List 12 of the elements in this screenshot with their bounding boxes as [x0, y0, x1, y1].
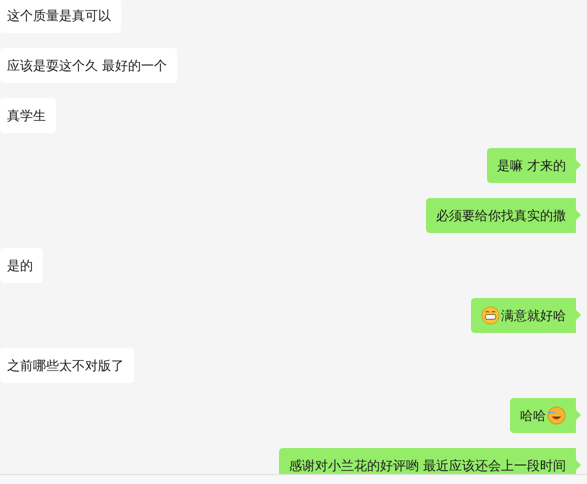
message-text: 真学生	[7, 108, 46, 124]
message-text: 满意就好哈	[501, 308, 566, 324]
message-text: 应该是耍这个久 最好的一个	[7, 58, 168, 74]
grinning-emoji-icon	[481, 306, 500, 325]
laughing-emoji-icon	[547, 406, 566, 425]
message-text: 是的	[7, 258, 33, 274]
message-text: 感谢对小兰花的好评哟 最近应该还会上一段时间	[288, 458, 566, 474]
message-text: 是嘛 才来的	[496, 158, 566, 174]
message-text: 之前哪些太不对版了	[7, 358, 124, 374]
message-text: 哈哈	[520, 408, 546, 424]
message-text: 这个质量是真可以	[7, 8, 111, 24]
message-text: 必须要给你找真实的撒	[436, 208, 566, 224]
